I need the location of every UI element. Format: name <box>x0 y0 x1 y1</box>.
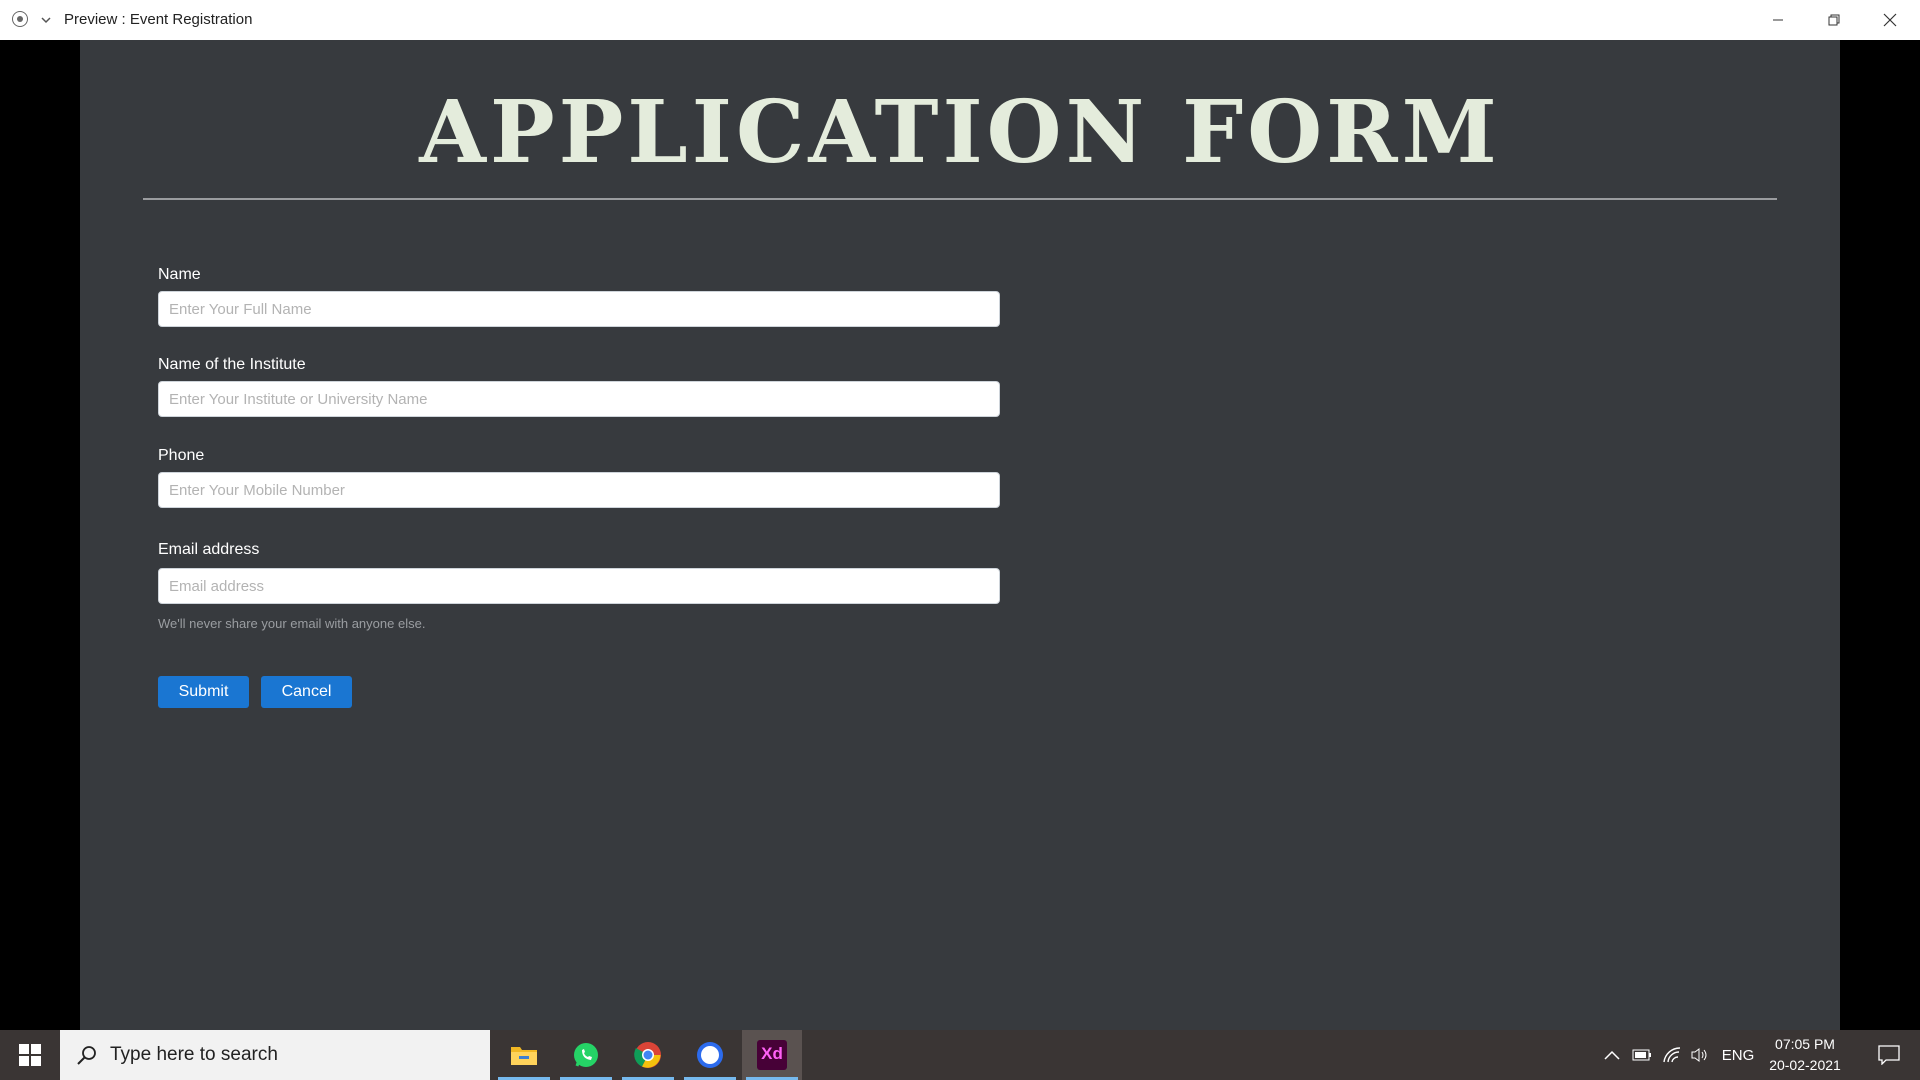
adobe-xd-label: Xd <box>761 1044 783 1063</box>
clock-time: 07:05 PM <box>1775 1036 1835 1052</box>
name-label: Name <box>158 266 201 283</box>
institute-label: Name of the Institute <box>158 356 306 373</box>
windows-logo-icon <box>19 1044 41 1066</box>
chevron-down-icon[interactable] <box>40 14 52 26</box>
chrome-icon <box>634 1042 661 1068</box>
start-button[interactable] <box>0 1030 60 1080</box>
record-icon[interactable] <box>12 11 28 27</box>
email-input[interactable] <box>158 568 1000 604</box>
language-indicator[interactable]: ENG <box>1718 1030 1758 1080</box>
restore-icon <box>1828 14 1840 26</box>
title-divider <box>143 198 1777 200</box>
network-button[interactable] <box>1658 1030 1686 1080</box>
language-label: ENG <box>1721 1046 1755 1064</box>
email-label: Email address <box>158 541 260 558</box>
window-title-bar: Preview : Event Registration <box>0 0 1920 40</box>
action-center-button[interactable] <box>1864 1030 1914 1080</box>
institute-input[interactable] <box>158 381 1000 417</box>
search-placeholder: Type here to search <box>110 1044 278 1065</box>
restore-button[interactable] <box>1806 0 1862 40</box>
phone-label: Phone <box>158 447 205 464</box>
battery-button[interactable] <box>1628 1030 1656 1080</box>
chevron-up-icon <box>1604 1050 1620 1060</box>
phone-input[interactable] <box>158 472 1000 508</box>
search-icon <box>77 1046 96 1065</box>
close-icon <box>1883 13 1897 27</box>
taskbar-chrome[interactable] <box>618 1030 678 1080</box>
file-explorer-icon <box>511 1047 537 1065</box>
taskbar-whatsapp[interactable] <box>556 1030 616 1080</box>
signal-icon <box>697 1042 723 1068</box>
speaker-icon <box>1691 1048 1707 1062</box>
taskbar-clock[interactable]: 07:05 PM 20-02-2021 <box>1755 1034 1855 1076</box>
volume-button[interactable] <box>1686 1030 1714 1080</box>
clock-date: 20-02-2021 <box>1769 1057 1841 1073</box>
window-title: Preview : Event Registration <box>64 11 253 28</box>
email-help-text: We'll never share your email with anyone… <box>158 616 426 631</box>
taskbar-search-box[interactable]: Type here to search <box>60 1030 490 1080</box>
battery-icon <box>1632 1049 1651 1061</box>
taskbar-file-explorer[interactable] <box>494 1030 554 1080</box>
cancel-button[interactable]: Cancel <box>261 676 352 708</box>
notification-icon <box>1878 1045 1900 1065</box>
whatsapp-icon <box>574 1043 598 1067</box>
taskbar: Type here to search Xd ENG 07:05 PM 20-0… <box>0 1030 1920 1080</box>
close-button[interactable] <box>1862 0 1918 40</box>
form-title: APPLICATION FORM <box>419 82 1501 183</box>
minimize-button[interactable] <box>1750 0 1806 40</box>
preview-viewport: APPLICATION FORM Name Name of the Instit… <box>80 40 1840 1030</box>
submit-button[interactable]: Submit <box>158 676 249 708</box>
taskbar-signal[interactable] <box>680 1030 740 1080</box>
wifi-icon <box>1663 1047 1681 1063</box>
name-input[interactable] <box>158 291 1000 327</box>
taskbar-adobe-xd[interactable]: Xd <box>742 1030 802 1080</box>
minimize-icon <box>1773 19 1783 21</box>
show-hidden-icons-button[interactable] <box>1598 1030 1626 1080</box>
